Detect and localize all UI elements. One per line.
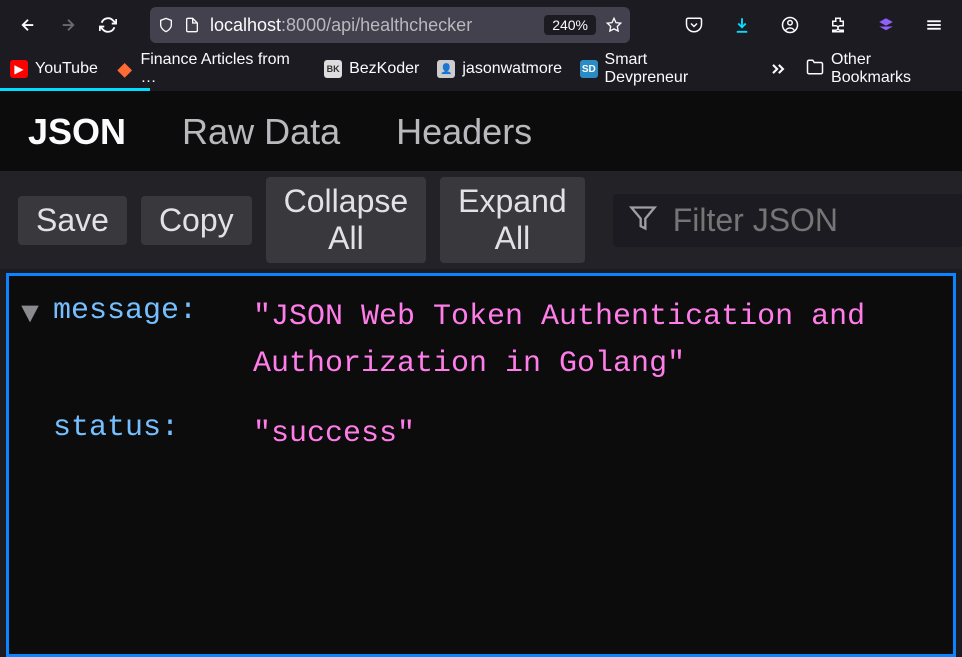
bookmarks-overflow[interactable] bbox=[768, 59, 788, 79]
bookmark-label: Finance Articles from … bbox=[140, 51, 306, 87]
pocket-icon[interactable] bbox=[678, 9, 710, 41]
star-icon[interactable] bbox=[606, 17, 622, 33]
bookmark-label: Smart Devpreneur bbox=[605, 51, 732, 87]
bookmark-youtube[interactable]: ▶ YouTube bbox=[10, 60, 98, 78]
forward-button[interactable] bbox=[52, 9, 84, 41]
zoom-badge[interactable]: 240% bbox=[544, 15, 596, 35]
downloads-icon[interactable] bbox=[726, 9, 758, 41]
page-icon bbox=[184, 17, 200, 33]
bookmark-smart[interactable]: SD Smart Devpreneur bbox=[580, 51, 732, 87]
bookmark-label: BezKoder bbox=[349, 60, 419, 78]
filter-icon bbox=[629, 204, 657, 237]
save-button[interactable]: Save bbox=[18, 196, 127, 245]
filter-input[interactable] bbox=[673, 202, 962, 239]
folder-icon bbox=[806, 58, 824, 81]
json-value-message: "JSON Web Token Authentication and Autho… bbox=[253, 294, 941, 387]
tab-headers[interactable]: Headers bbox=[396, 111, 532, 153]
youtube-icon: ▶ bbox=[10, 60, 28, 78]
filter-container bbox=[613, 194, 962, 247]
jason-icon: 👤 bbox=[437, 60, 455, 78]
app-icon[interactable] bbox=[870, 9, 902, 41]
bookmark-label: Other Bookmarks bbox=[831, 51, 952, 87]
json-key-message[interactable]: message: bbox=[53, 294, 253, 328]
url-text: localhost:8000/api/healthchecker bbox=[210, 15, 534, 36]
smart-icon: SD bbox=[580, 60, 598, 78]
shield-icon bbox=[158, 17, 174, 33]
bookmark-other[interactable]: Other Bookmarks bbox=[806, 51, 952, 87]
tab-json[interactable]: JSON bbox=[28, 111, 126, 153]
json-key-status[interactable]: status: bbox=[53, 411, 253, 445]
json-value-status: "success" bbox=[253, 411, 941, 458]
json-row: ▼ message: "JSON Web Token Authenticatio… bbox=[21, 294, 941, 387]
bookmarks-bar: ▶ YouTube ◆ Finance Articles from … BK B… bbox=[0, 50, 962, 88]
finance-icon: ◆ bbox=[116, 60, 134, 78]
bookmark-bezkoder[interactable]: BK BezKoder bbox=[324, 60, 419, 78]
account-icon[interactable] bbox=[774, 9, 806, 41]
url-path: :8000/api/healthchecker bbox=[281, 15, 472, 35]
collapse-all-button[interactable]: Collapse All bbox=[266, 177, 427, 263]
toolbar-right bbox=[678, 9, 950, 41]
menu-icon[interactable] bbox=[918, 9, 950, 41]
collapse-toggle-icon[interactable]: ▼ bbox=[21, 294, 53, 332]
extensions-icon[interactable] bbox=[822, 9, 854, 41]
loading-indicator bbox=[0, 88, 150, 91]
json-row: status: "success" bbox=[21, 411, 941, 458]
bookmark-label: jasonwatmore bbox=[462, 60, 562, 78]
url-bar[interactable]: localhost:8000/api/healthchecker 240% bbox=[150, 7, 630, 43]
expand-all-button[interactable]: Expand All bbox=[440, 177, 585, 263]
json-toolbar: Save Copy Collapse All Expand All bbox=[0, 171, 962, 269]
back-button[interactable] bbox=[12, 9, 44, 41]
copy-button[interactable]: Copy bbox=[141, 196, 252, 245]
bookmark-jason[interactable]: 👤 jasonwatmore bbox=[437, 60, 562, 78]
bezkoder-icon: BK bbox=[324, 60, 342, 78]
browser-nav-bar: localhost:8000/api/healthchecker 240% bbox=[0, 0, 962, 50]
bookmark-label: YouTube bbox=[35, 60, 98, 78]
bookmark-finance[interactable]: ◆ Finance Articles from … bbox=[116, 51, 306, 87]
url-host: localhost bbox=[210, 15, 281, 35]
tab-raw-data[interactable]: Raw Data bbox=[182, 111, 340, 153]
json-content: ▼ message: "JSON Web Token Authenticatio… bbox=[6, 273, 956, 657]
viewer-tabs: JSON Raw Data Headers bbox=[0, 91, 962, 171]
reload-button[interactable] bbox=[92, 9, 124, 41]
